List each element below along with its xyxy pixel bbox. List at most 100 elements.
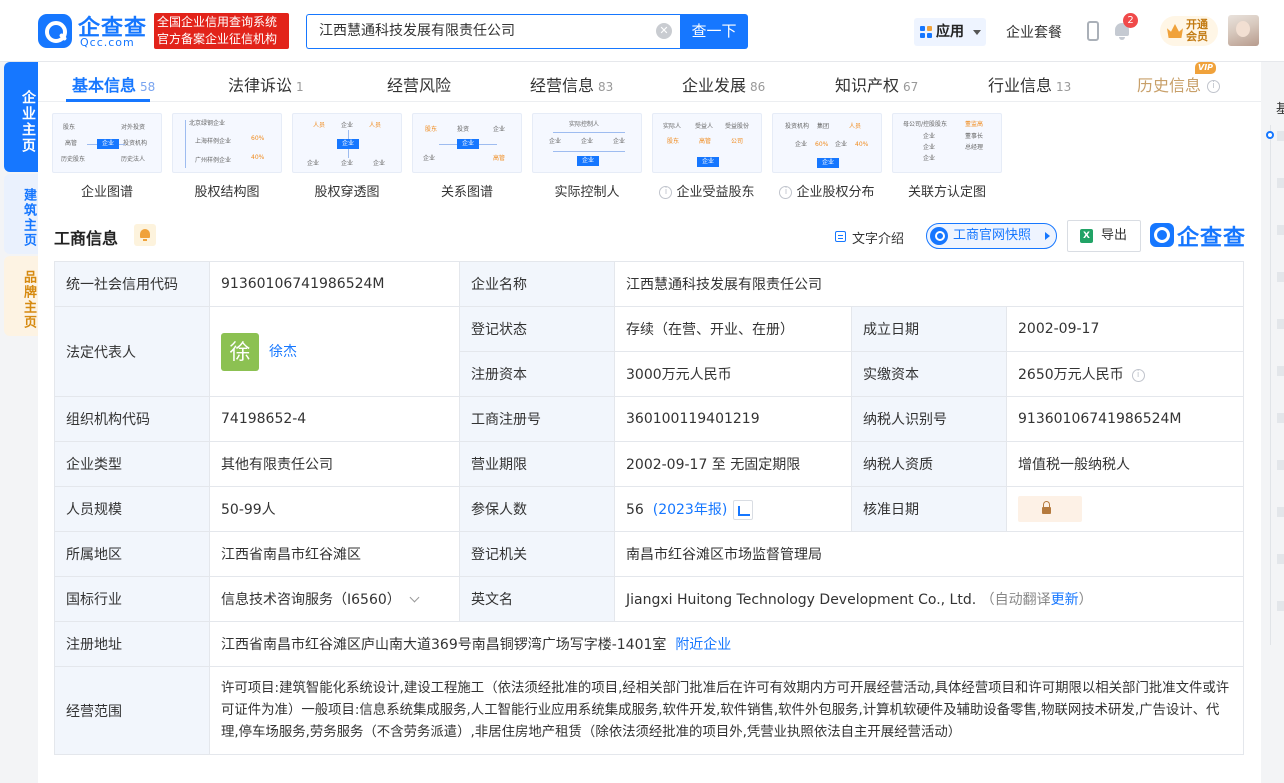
label-company-name: 企业名称 (459, 261, 615, 307)
label-reg-number: 工商注册号 (459, 396, 615, 442)
qcc-logo-icon[interactable] (38, 14, 72, 48)
label-reg-authority: 登记机关 (459, 531, 615, 577)
outline-item[interactable] (1277, 413, 1284, 423)
monitor-bell-icon[interactable] (134, 224, 156, 246)
card-label[interactable]: 关联方认定图 (882, 181, 1012, 200)
outline-active-dot[interactable] (1266, 131, 1274, 139)
section-title: 工商信息 (54, 229, 119, 248)
outline-item[interactable] (1277, 507, 1284, 517)
trend-chart-icon[interactable] (733, 499, 754, 520)
table-row: 法定代表人 徐徐杰 登记状态 存续（在营、开业、在册） 成立日期 2002-09… (54, 306, 1244, 397)
label-business-term: 营业期限 (459, 441, 615, 487)
cert-line-1: 全国企业信用查询系统 (157, 15, 278, 29)
mobile-phone-icon[interactable] (1087, 21, 1099, 41)
card-label[interactable]: i 企业受益股东 (642, 181, 772, 200)
card-label[interactable]: 股权结构图 (162, 181, 292, 200)
rail-construction-home[interactable]: 建筑主页 (4, 174, 38, 254)
export-label: 导出 (1101, 228, 1128, 243)
table-row: 企业类型 其他有限责任公司 营业期限 2002-09-17 至 无固定期限 纳税… (54, 441, 1244, 487)
value-company-type: 其他有限责任公司 (209, 441, 460, 487)
open-vip-button[interactable]: 开通 会员 (1160, 16, 1218, 46)
info-icon[interactable]: i (1207, 80, 1221, 93)
label-org-code: 组织机构代码 (54, 396, 210, 442)
card-equity-distribution[interactable]: 投资机构 集团 人员 企业 60% 企业 40% 企业 (772, 113, 882, 173)
official-snapshot-button[interactable]: 工商官网快照 (926, 223, 1057, 249)
main-panel: 基本信息 58 法律诉讼 1 经营风险 经营信息 83 企业发展 86 知识产权 67 行… (38, 62, 1261, 783)
industry-text: 信息技术咨询服务（I6560） (221, 592, 401, 608)
value-reg-capital: 3000万元人民币 (614, 351, 852, 397)
search-input[interactable]: 江西慧通科技发展有限责任公司 (306, 14, 681, 49)
tab-basic-info[interactable]: 基本信息 58 (72, 72, 155, 96)
label-staff-size: 人员规模 (54, 486, 210, 532)
info-icon[interactable]: i (659, 186, 673, 199)
chevron-down-icon[interactable] (409, 592, 420, 603)
tab-history[interactable]: 历史信息 i (1137, 72, 1221, 96)
legal-rep-avatar[interactable]: 徐 (221, 332, 259, 371)
label-legal-rep: 法定代表人 (54, 306, 210, 397)
tab-development[interactable]: 企业发展 86 (682, 72, 765, 96)
info-icon[interactable]: i (1131, 368, 1145, 382)
outline-item[interactable] (1277, 178, 1284, 188)
enterprise-package-link[interactable]: 企业套餐 (1006, 22, 1062, 42)
logo-domain: Qcc.com (80, 36, 135, 49)
outline-item[interactable] (1277, 225, 1284, 235)
table-row: 统一社会信用代码 91360106741986524M 企业名称 江西慧通科技发… (54, 261, 1244, 307)
lock-icon[interactable] (1018, 496, 1082, 522)
card-beneficial-owner[interactable]: 实际人 受益人 受益股份 股东 高管 公司 企业 (652, 113, 762, 173)
caret-down-icon (973, 30, 981, 35)
value-founded-date: 2002-09-17 (1006, 306, 1244, 352)
card-label[interactable]: i 企业股权分布 (762, 181, 892, 200)
tab-industry[interactable]: 行业信息 13 (988, 72, 1071, 96)
outline-item[interactable] (1277, 554, 1284, 564)
user-avatar[interactable] (1228, 15, 1259, 46)
apps-dropdown[interactable]: 应用 (914, 18, 986, 46)
annual-report-link[interactable]: (2023年报) (653, 502, 728, 518)
tab-label: 经营信息 (530, 76, 595, 95)
tab-ip[interactable]: 知识产权 67 (835, 72, 918, 96)
grid-icon (920, 26, 932, 38)
nearby-companies-link[interactable]: 附近企业 (675, 637, 731, 653)
tab-business-risk[interactable]: 经营风险 (387, 72, 455, 96)
outline-item[interactable] (1277, 366, 1284, 376)
value-company-name: 江西慧通科技发展有限责任公司 (614, 261, 1244, 307)
export-button[interactable]: X 导出 (1067, 220, 1141, 252)
text-intro-link[interactable]: 文字介绍 (834, 228, 904, 247)
card-relation-graph[interactable]: 股东 投资 企业 企业 企业 高管 (412, 113, 522, 173)
rail-enterprise-home[interactable]: 企业主页 (4, 62, 38, 172)
rail-brand-home[interactable]: 品牌主页 (4, 256, 38, 336)
clear-search-icon[interactable]: ✕ (656, 23, 672, 39)
label-english-name: 英文名 (459, 576, 615, 622)
outline-item[interactable] (1277, 460, 1284, 470)
card-label[interactable]: 关系图谱 (402, 181, 532, 200)
legal-rep-link[interactable]: 徐杰 (269, 344, 297, 360)
card-equity-structure[interactable]: 北京绿钢企业 上海样例企业 广州样例企业 60% 40% (172, 113, 282, 173)
info-icon[interactable]: i (779, 186, 793, 199)
table-row: 人员规模 50-99人 参保人数 56 (2023年报) 核准日期 (54, 486, 1244, 532)
update-link[interactable]: 更新 (1051, 592, 1079, 608)
tab-label: 知识产权 (835, 76, 900, 95)
card-related-party[interactable]: 母公司/控股股东 董监高 企业 董事长 企业 总经理 企业 (892, 113, 1002, 173)
outline-item[interactable] (1277, 601, 1284, 611)
value-reg-authority: 南昌市红谷滩区市场监督管理局 (614, 531, 1244, 577)
card-label[interactable]: 企业图谱 (42, 181, 172, 200)
apps-label: 应用 (936, 24, 964, 40)
value-reg-status: 存续（在营、开业、在册） (614, 306, 852, 352)
card-enterprise-graph[interactable]: 股东 对外投资 高管 投资机构 历史股东 历史法人 企业 (52, 113, 162, 173)
value-industry[interactable]: 信息技术咨询服务（I6560） (209, 576, 460, 622)
card-actual-controller[interactable]: 实际控制人 企业 企业 企业 企业 (532, 113, 642, 173)
card-label[interactable]: 实际控制人 (522, 181, 652, 200)
label-reg-address: 注册地址 (54, 621, 210, 667)
auto-translate-close: ） (1078, 592, 1093, 608)
value-business-scope: 许可项目:建筑智能化系统设计,建设工程施工（依法须经批准的项目,经相关部门批准后… (209, 666, 1244, 755)
tab-operation-info[interactable]: 经营信息 83 (530, 72, 613, 96)
table-row: 所属地区 江西省南昌市红谷滩区 登记机关 南昌市红谷滩区市场监督管理局 (54, 531, 1244, 577)
outline-item[interactable] (1277, 272, 1284, 282)
tab-litigation[interactable]: 法律诉讼 1 (228, 72, 304, 96)
outline-item[interactable] (1277, 319, 1284, 329)
card-equity-penetration[interactable]: 人员 企业 人员 企业 企业 企业 企业 (292, 113, 402, 173)
outline-label[interactable]: 基 (1276, 98, 1284, 117)
card-label[interactable]: 股权穿透图 (282, 181, 412, 200)
value-taxpayer-id: 91360106741986524M (1006, 396, 1244, 442)
search-button[interactable]: 查一下 (680, 14, 748, 49)
outline-item[interactable] (1277, 131, 1284, 141)
